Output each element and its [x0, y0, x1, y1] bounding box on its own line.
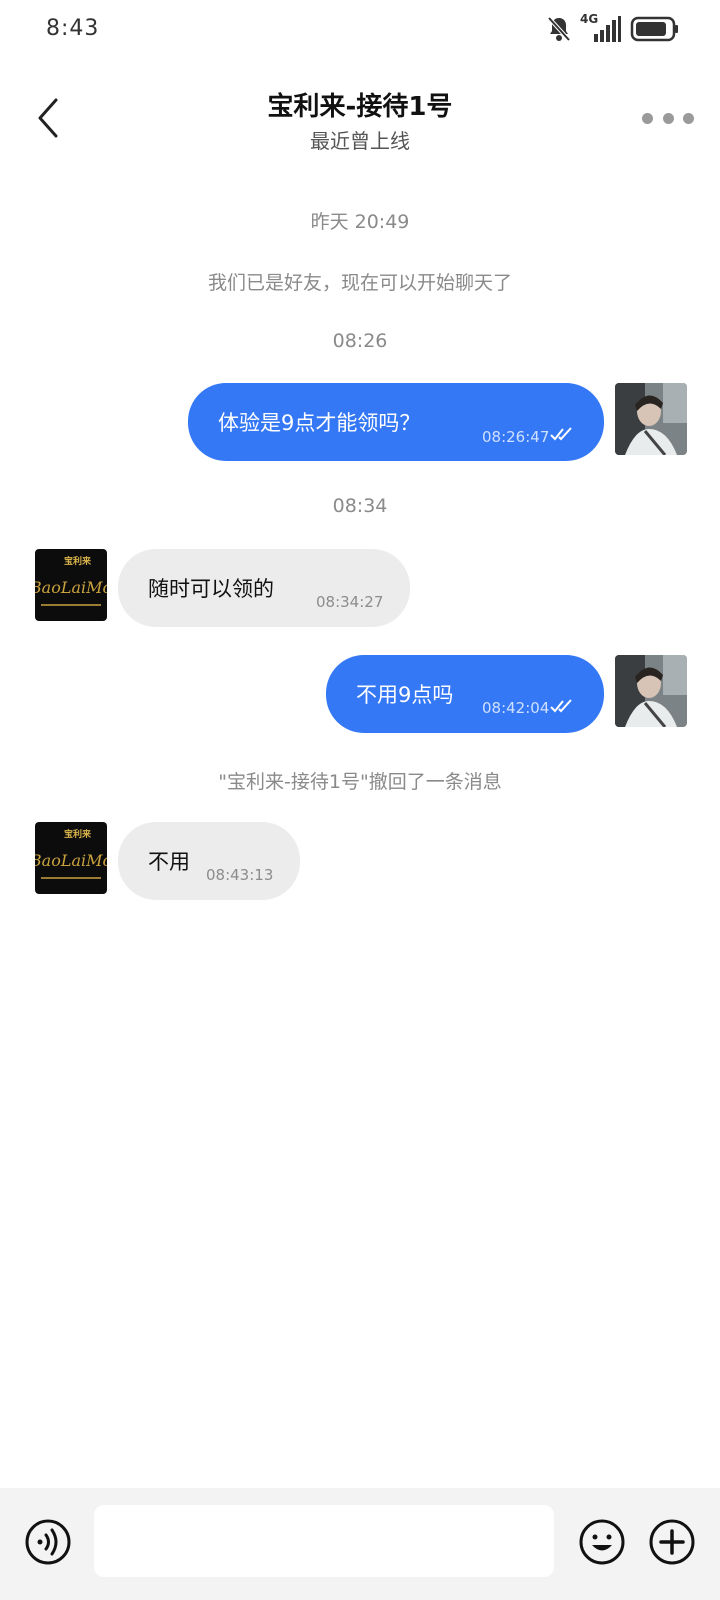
- message-time: 08:43:13: [206, 866, 274, 884]
- message-text: 不用9点吗: [356, 683, 454, 707]
- more-dot-icon: [642, 112, 653, 124]
- muted-bell-icon: [547, 16, 571, 42]
- incoming-message[interactable]: 不用: [118, 822, 300, 900]
- read-receipt-icon: [550, 699, 572, 713]
- timestamp-divider: 08:34: [332, 495, 388, 517]
- chat-header: 宝利来-接待1号 最近曾上线: [0, 70, 720, 170]
- read-receipt-icon: [550, 427, 572, 441]
- status-icons: 4G: [546, 12, 680, 44]
- incoming-message[interactable]: 随时可以领的: [118, 549, 410, 627]
- message-text: 体验是9点才能领吗？: [218, 411, 421, 435]
- timestamp-divider: 08:26: [332, 330, 388, 352]
- voice-button[interactable]: [24, 1518, 72, 1566]
- status-bar: 8:43 4G: [0, 0, 720, 62]
- more-actions-button[interactable]: [648, 1518, 696, 1566]
- contact-name: 宝利来-接待1号: [267, 92, 453, 122]
- outgoing-message[interactable]: 不用9点吗: [326, 655, 604, 733]
- message-time: 08:42:04: [482, 699, 550, 717]
- message-time: 08:26:47: [482, 428, 550, 446]
- user-avatar[interactable]: [615, 383, 687, 455]
- voice-icon: [25, 1519, 71, 1565]
- user-avatar[interactable]: [615, 655, 687, 727]
- message-time: 08:34:27: [316, 593, 384, 611]
- more-options-button[interactable]: [642, 104, 694, 132]
- agent-avatar[interactable]: 宝利来 BaoLaiMo: [35, 822, 107, 894]
- online-status: 最近曾上线: [310, 129, 410, 153]
- message-text: 随时可以领的: [148, 577, 274, 601]
- agent-logo-script: BaoLaiMo: [35, 578, 107, 597]
- outgoing-message[interactable]: 体验是9点才能领吗？: [188, 383, 604, 461]
- more-dot-icon: [662, 112, 674, 124]
- status-time: 8:43: [46, 16, 100, 41]
- agent-logo-text: 宝利来: [64, 555, 92, 567]
- agent-logo-script: BaoLaiMo: [35, 851, 107, 870]
- battery-icon: [630, 16, 678, 42]
- message-text: 不用: [148, 850, 190, 874]
- chat-screen: 8:43 4G 宝利来-接待1号 最近曾上线 昨天 20:49 我们已是好友，现…: [0, 0, 720, 1600]
- agent-avatar[interactable]: 宝利来 BaoLaiMo: [35, 549, 107, 621]
- friend-added-notice: 我们已是好友，现在可以开始聊天了: [207, 272, 512, 294]
- message-input[interactable]: [94, 1505, 554, 1577]
- smiley-icon: [579, 1519, 625, 1565]
- timestamp-divider: 昨天 20:49: [310, 211, 410, 233]
- recall-notice: "宝利来-接待1号"撤回了一条消息: [218, 771, 502, 793]
- input-bar: [0, 1488, 720, 1600]
- emoji-button[interactable]: [578, 1518, 626, 1566]
- more-dot-icon: [683, 112, 694, 124]
- plus-icon: [649, 1519, 695, 1565]
- signal-icon: 4G: [580, 12, 622, 44]
- agent-logo-text: 宝利来: [64, 828, 92, 840]
